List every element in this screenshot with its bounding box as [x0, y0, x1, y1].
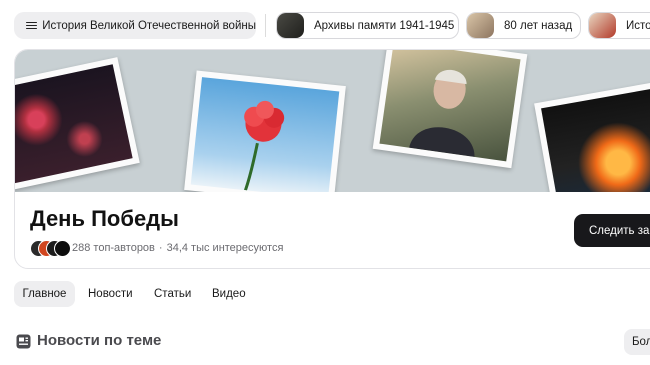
hero-banner [15, 50, 650, 192]
fireworks-photo [15, 57, 140, 191]
top-authors-avatars[interactable] [30, 240, 71, 257]
more-button[interactable]: Бол [624, 329, 650, 355]
tab-main[interactable]: Главное [14, 281, 75, 307]
chip-thumbnail [589, 13, 616, 38]
main-topic-chip[interactable]: История Великой Отечественной войны [14, 12, 256, 39]
menu-icon [26, 21, 37, 30]
chip-label: 80 лет назад [504, 19, 573, 32]
topic-stats: 288 топ-авторов · 34,4 тыс интересуются [72, 242, 283, 254]
topic-chip-history[interactable]: Исто [588, 12, 650, 39]
section-title: Новости по теме [37, 332, 162, 349]
tab-articles[interactable]: Статьи [154, 281, 191, 307]
chip-thumbnail [277, 13, 304, 38]
follow-button[interactable]: Следить за т [574, 214, 650, 247]
carnation-photo [184, 70, 346, 192]
chip-label: Архивы памяти 1941-1945 [314, 19, 455, 32]
topics-bar: История Великой Отечественной войны Архи… [0, 0, 650, 50]
tab-news[interactable]: Новости [88, 281, 133, 307]
topic-chip-80-years[interactable]: 80 лет назад [466, 12, 581, 39]
chips-divider [265, 14, 266, 37]
veteran-photo [372, 50, 528, 169]
authors-count[interactable]: 288 топ-авторов [72, 242, 155, 254]
main-topic-label: История Великой Отечественной войны [42, 19, 256, 32]
avatar [54, 240, 71, 257]
chip-thumbnail [467, 13, 494, 38]
chip-label: Исто [626, 19, 650, 32]
followers-count: 34,4 тыс интересуются [166, 242, 284, 254]
news-icon [16, 334, 31, 349]
topic-header-card: День Победы 288 топ-авторов · 34,4 тыс инт… [14, 49, 650, 269]
stats-separator: · [158, 242, 163, 254]
topic-chip-archives[interactable]: Архивы памяти 1941-1945 [276, 12, 459, 39]
page-title: День Победы [30, 206, 179, 231]
eternal-flame-photo [534, 78, 650, 192]
tab-video[interactable]: Видео [212, 281, 246, 307]
